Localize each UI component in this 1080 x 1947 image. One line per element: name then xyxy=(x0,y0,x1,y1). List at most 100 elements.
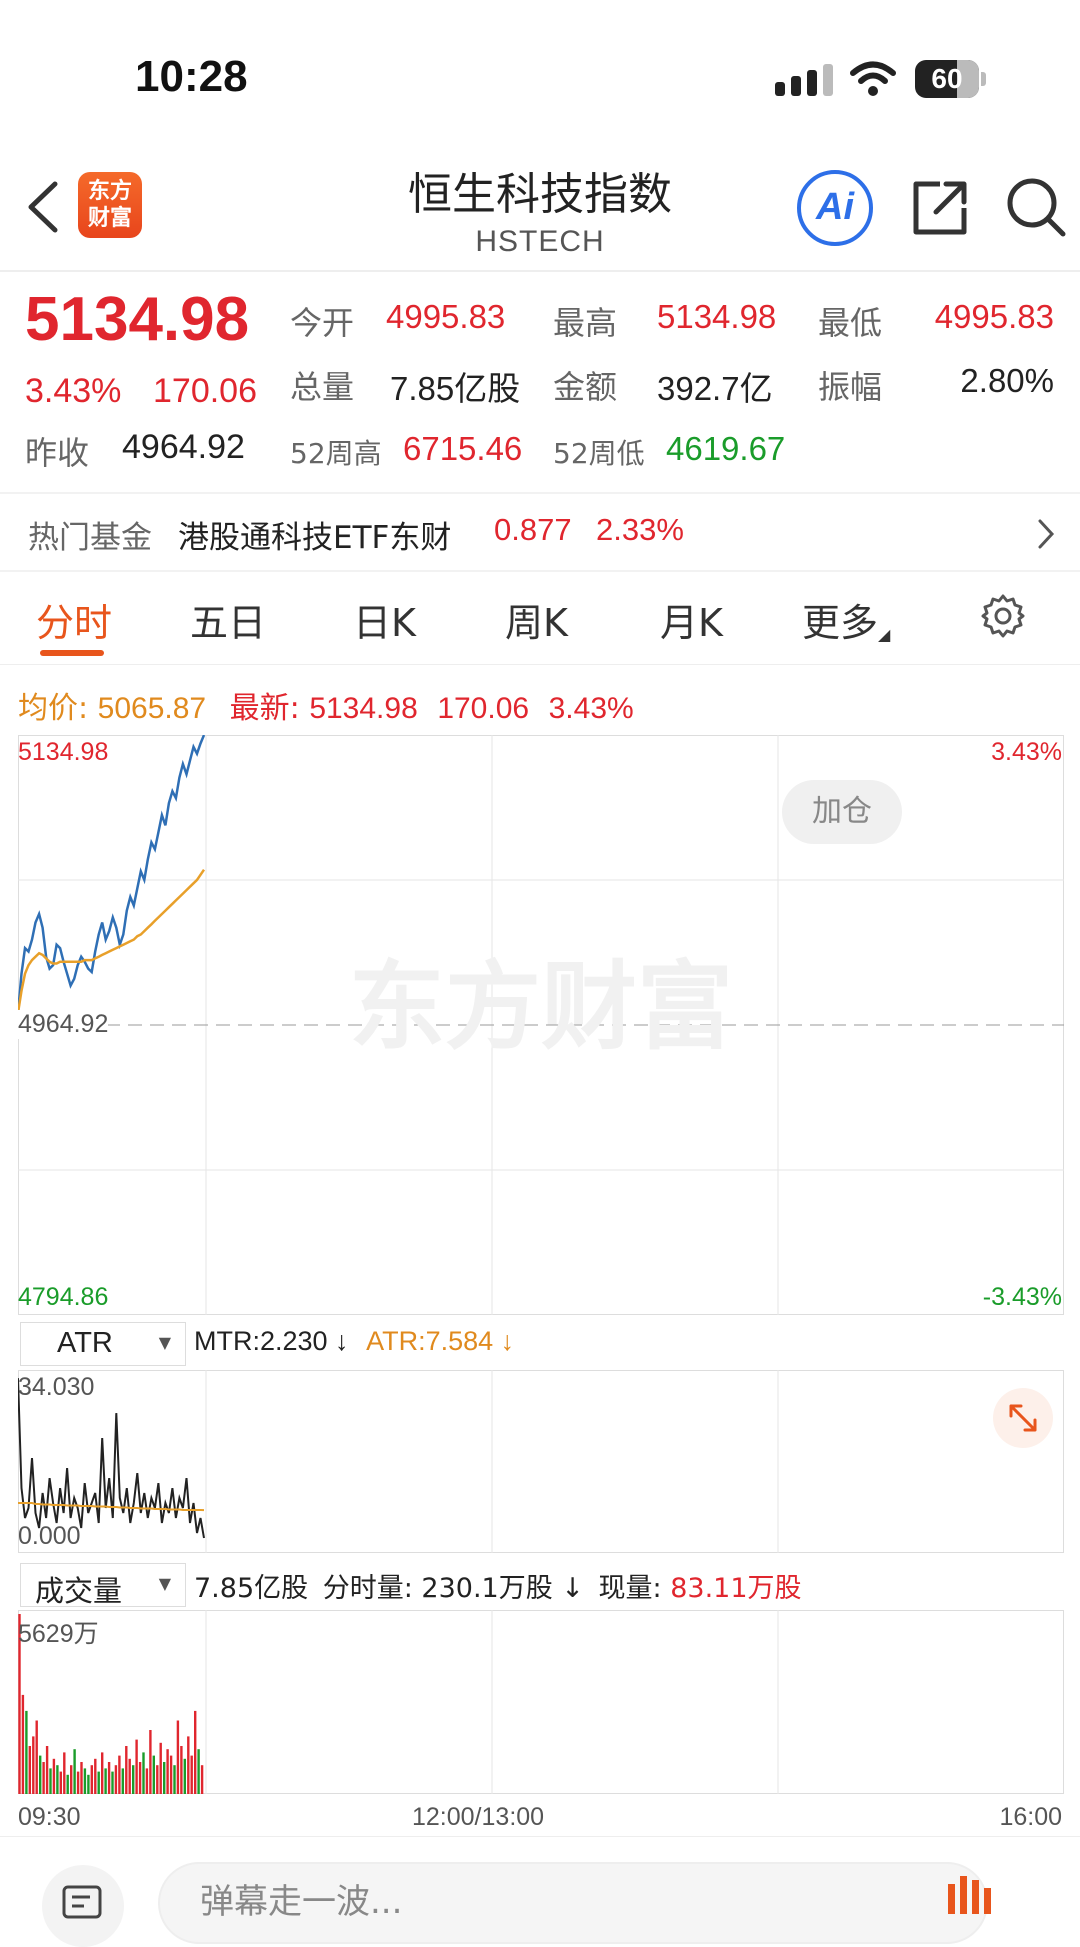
atr-y-top: 34.030 xyxy=(18,1373,95,1401)
latest-change: 170.06 xyxy=(437,692,530,725)
amplitude-label: 振幅 xyxy=(818,368,883,406)
y-axis-top-price: 5134.98 xyxy=(18,738,109,766)
comment-settings-icon xyxy=(62,1885,102,1919)
volume-bar xyxy=(169,1755,173,1794)
volume-bar xyxy=(63,1752,66,1794)
dropdown-arrow-icon: ▼ xyxy=(158,1333,171,1352)
tab-intraday[interactable]: 分时 xyxy=(36,592,112,647)
volume-bar xyxy=(156,1765,159,1794)
danmaku-toggle-button[interactable] xyxy=(940,1866,1002,1928)
tab-five-day[interactable]: 五日 xyxy=(190,592,266,647)
atr-y-bottom: 0.000 xyxy=(18,1522,81,1550)
change-value: 170.06 xyxy=(153,372,257,410)
w52-low-label: 52周低 xyxy=(553,437,645,470)
time-axis-end: 16:00 xyxy=(999,1803,1062,1831)
status-time: 10:28 xyxy=(135,52,248,101)
volume-bar xyxy=(35,1720,38,1794)
y-axis-top-pct: 3.43% xyxy=(991,738,1062,766)
low-label: 最低 xyxy=(818,304,883,342)
current-volume-value: 83.11万股 xyxy=(670,1573,802,1604)
volume-bar xyxy=(176,1720,180,1794)
volume-bar xyxy=(59,1771,62,1794)
y-axis-prev-close: 4964.92 xyxy=(18,1010,109,1039)
share-icon[interactable] xyxy=(910,178,970,238)
tab-daily-k[interactable]: 日K xyxy=(353,592,416,647)
add-position-button[interactable]: 加仓 xyxy=(782,780,902,844)
high-value: 5134.98 xyxy=(657,298,777,335)
hot-fund-price: 0.877 xyxy=(494,512,572,547)
change-pct: 3.43% xyxy=(25,372,122,410)
amplitude-value: 2.80% xyxy=(960,362,1054,399)
volume-bar xyxy=(107,1762,111,1794)
comment-settings-button[interactable] xyxy=(42,1865,124,1947)
volume-bar xyxy=(135,1739,138,1794)
expand-chart-button[interactable] xyxy=(993,1388,1053,1448)
volume-bar xyxy=(159,1742,162,1794)
volume-bar xyxy=(42,1762,45,1794)
volume-bar xyxy=(101,1752,104,1794)
expand-icon xyxy=(1009,1404,1037,1432)
comment-input[interactable]: 弹幕走一波... xyxy=(158,1862,988,1944)
volume-bar xyxy=(90,1765,93,1794)
volume-value: 7.85亿股 xyxy=(390,370,521,407)
volume-bar xyxy=(166,1749,169,1794)
danmaku-icon xyxy=(948,1876,991,1914)
w52-high-value: 6715.46 xyxy=(403,430,523,467)
prev-close-value: 4964.92 xyxy=(122,428,245,466)
atr-value: ATR:7.584 ↓ xyxy=(366,1326,515,1356)
volume-bar xyxy=(52,1758,56,1794)
volume-bar xyxy=(87,1774,90,1794)
prev-close-label: 昨收 xyxy=(25,434,90,472)
volume-bar xyxy=(32,1736,35,1794)
volume-bar xyxy=(76,1771,80,1794)
tab-monthly-k[interactable]: 月K xyxy=(660,592,723,647)
volume-bar xyxy=(187,1736,190,1794)
volume-bar xyxy=(45,1746,49,1794)
header-divider xyxy=(0,270,1080,272)
search-icon[interactable] xyxy=(1005,176,1067,238)
intraday-price-chart[interactable]: 东方财富 xyxy=(18,735,1064,1315)
settings-gear-icon[interactable] xyxy=(980,593,1026,639)
volume-bar xyxy=(97,1771,100,1794)
average-price-line xyxy=(18,868,206,1014)
signal-icon xyxy=(775,64,833,96)
volume-bar xyxy=(70,1765,73,1794)
volume-bar xyxy=(21,1694,25,1794)
volume-bar xyxy=(128,1758,131,1794)
volume-bar xyxy=(125,1746,128,1794)
bottom-divider xyxy=(0,1836,1080,1837)
w52-high-label: 52周高 xyxy=(290,437,382,470)
chart-info-line: 均价: 5065.87 最新: 5134.98 170.06 3.43% xyxy=(18,683,634,727)
tab-weekly-k[interactable]: 周K xyxy=(505,592,568,647)
y-axis-bottom-pct: -3.43% xyxy=(982,1283,1062,1311)
volume-bar xyxy=(80,1762,83,1794)
chart-watermark: 东方财富 xyxy=(349,951,733,1063)
atr-chart[interactable] xyxy=(18,1370,1064,1553)
ai-button[interactable]: Ai xyxy=(797,170,873,246)
hot-fund-pct: 2.33% xyxy=(596,512,684,547)
dropdown-triangle-icon: ◢ xyxy=(878,625,891,644)
volume-label: 总量 xyxy=(290,368,355,406)
current-price: 5134.98 xyxy=(25,285,250,354)
mtr-value: MTR:2.230 ↓ xyxy=(194,1326,349,1356)
w52-low-value: 4619.67 xyxy=(666,430,786,467)
volume-indicator-selector[interactable]: 成交量 ▼ xyxy=(20,1563,186,1608)
volume-bar xyxy=(66,1774,69,1794)
high-label: 最高 xyxy=(553,304,618,342)
tab-more[interactable]: 更多◢ xyxy=(802,592,890,647)
minute-volume-value: 230.1万股 ↓ xyxy=(421,1573,584,1604)
hot-fund-label: 热门基金 xyxy=(28,520,152,556)
volume-total: 7.85亿股 xyxy=(194,1573,309,1604)
hot-fund-row[interactable]: 热门基金 港股通科技ETF东财 0.877 2.33% xyxy=(0,492,1080,572)
volume-bar xyxy=(132,1765,135,1794)
volume-bar xyxy=(49,1768,52,1794)
volume-bar xyxy=(104,1768,107,1794)
current-volume-label: 现量: xyxy=(598,1573,662,1604)
volume-chart[interactable] xyxy=(18,1610,1064,1794)
volume-bar xyxy=(138,1762,142,1794)
tabs-divider xyxy=(0,664,1080,665)
y-axis-bottom-price: 4794.86 xyxy=(18,1283,109,1311)
atr-indicator-selector[interactable]: ATR ▼ xyxy=(20,1322,186,1366)
volume-bar xyxy=(145,1768,149,1794)
battery-icon: 60 xyxy=(915,60,990,100)
